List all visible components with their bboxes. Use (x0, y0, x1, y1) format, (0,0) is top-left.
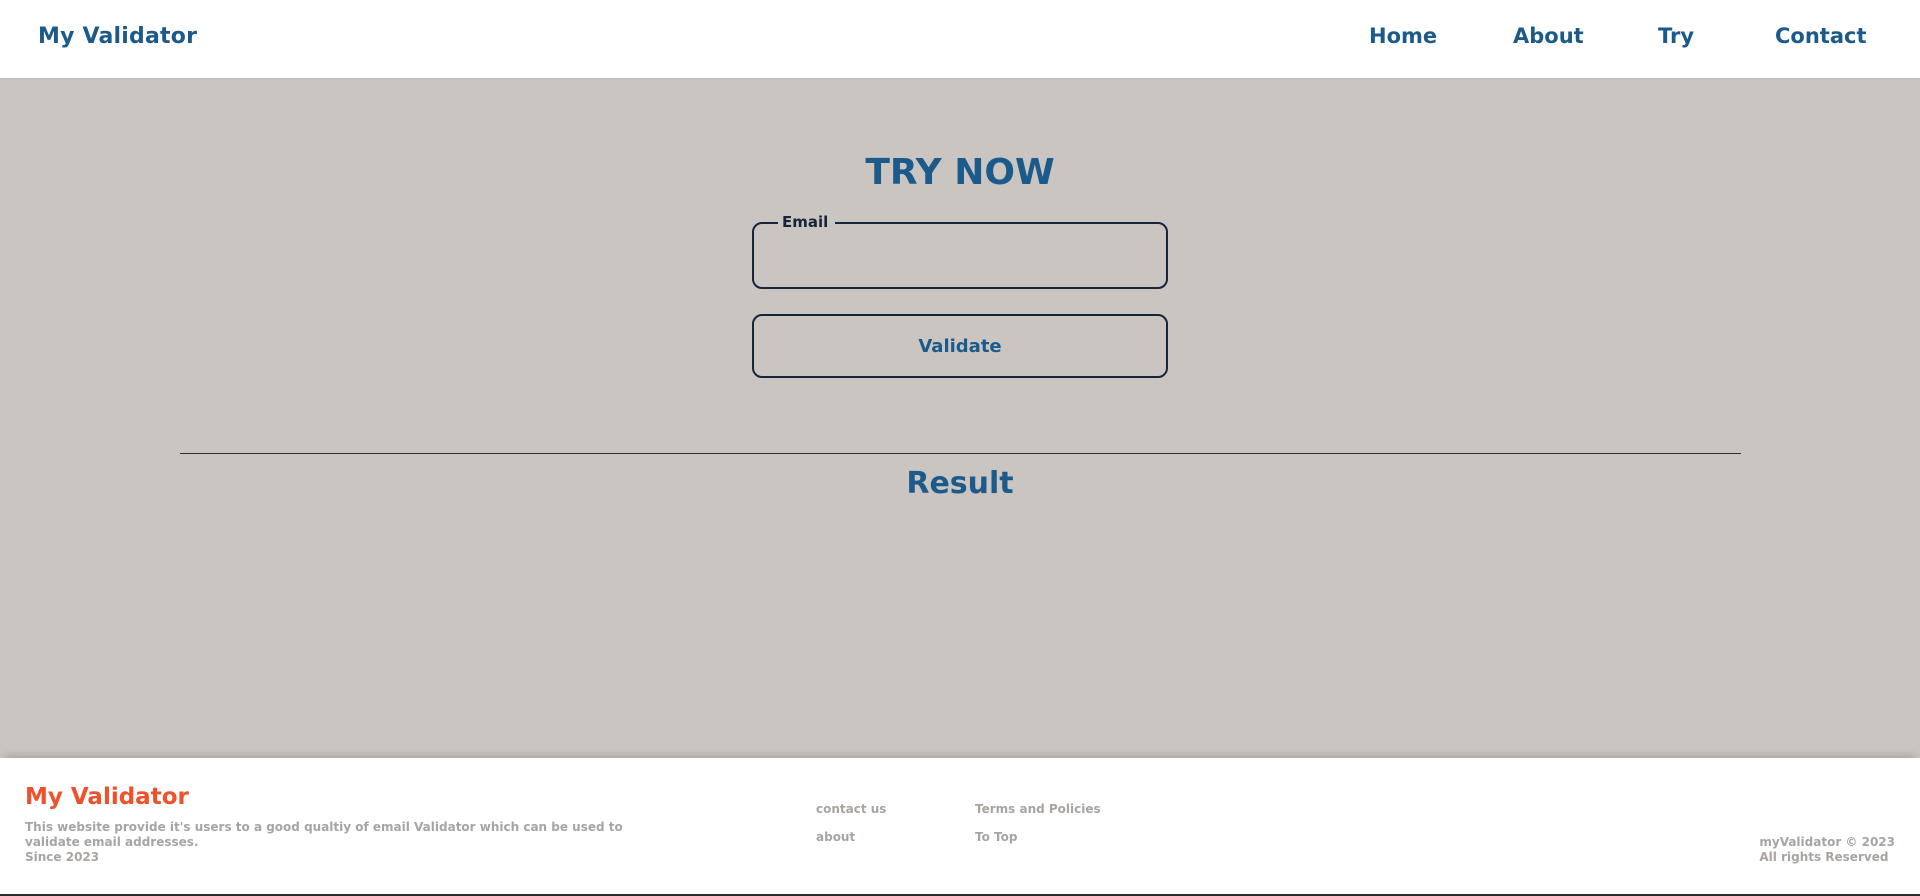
nav-about-link[interactable]: About (1513, 24, 1584, 48)
copyright: myValidator © 2023 All rights Reserved (1759, 835, 1895, 865)
footer-about-link[interactable]: about (816, 830, 855, 844)
email-field-group: Email (752, 213, 1168, 289)
email-field[interactable] (764, 238, 1156, 272)
nav-home-link[interactable]: Home (1369, 24, 1437, 48)
copyright-line: All rights Reserved (1759, 850, 1889, 864)
footer-description-line: validate email addresses. (25, 835, 199, 849)
section-divider (180, 453, 1741, 454)
footer-terms-link[interactable]: Terms and Policies (975, 802, 1101, 816)
site-header: My Validator Home About Try Contact (0, 0, 1920, 79)
footer-contact-us-link[interactable]: contact us (816, 802, 886, 816)
footer-description: This website provide it's users to a goo… (25, 820, 645, 865)
footer-to-top-link[interactable]: To Top (975, 830, 1017, 844)
nav-contact-link[interactable]: Contact (1775, 24, 1867, 48)
brand-logo-link[interactable]: My Validator (38, 24, 197, 49)
site-footer: My Validator This website provide it's u… (0, 758, 1920, 894)
page-title: TRY NOW (865, 152, 1055, 193)
footer-description-line: This website provide it's users to a goo… (25, 820, 623, 834)
footer-since: Since 2023 (25, 850, 100, 864)
footer-brand: My Validator (25, 784, 189, 810)
copyright-line: myValidator © 2023 (1759, 835, 1895, 849)
result-heading: Result (906, 466, 1014, 501)
validate-button[interactable]: Validate (752, 314, 1168, 378)
nav-try-link[interactable]: Try (1658, 24, 1694, 48)
email-label: Email (778, 213, 836, 231)
